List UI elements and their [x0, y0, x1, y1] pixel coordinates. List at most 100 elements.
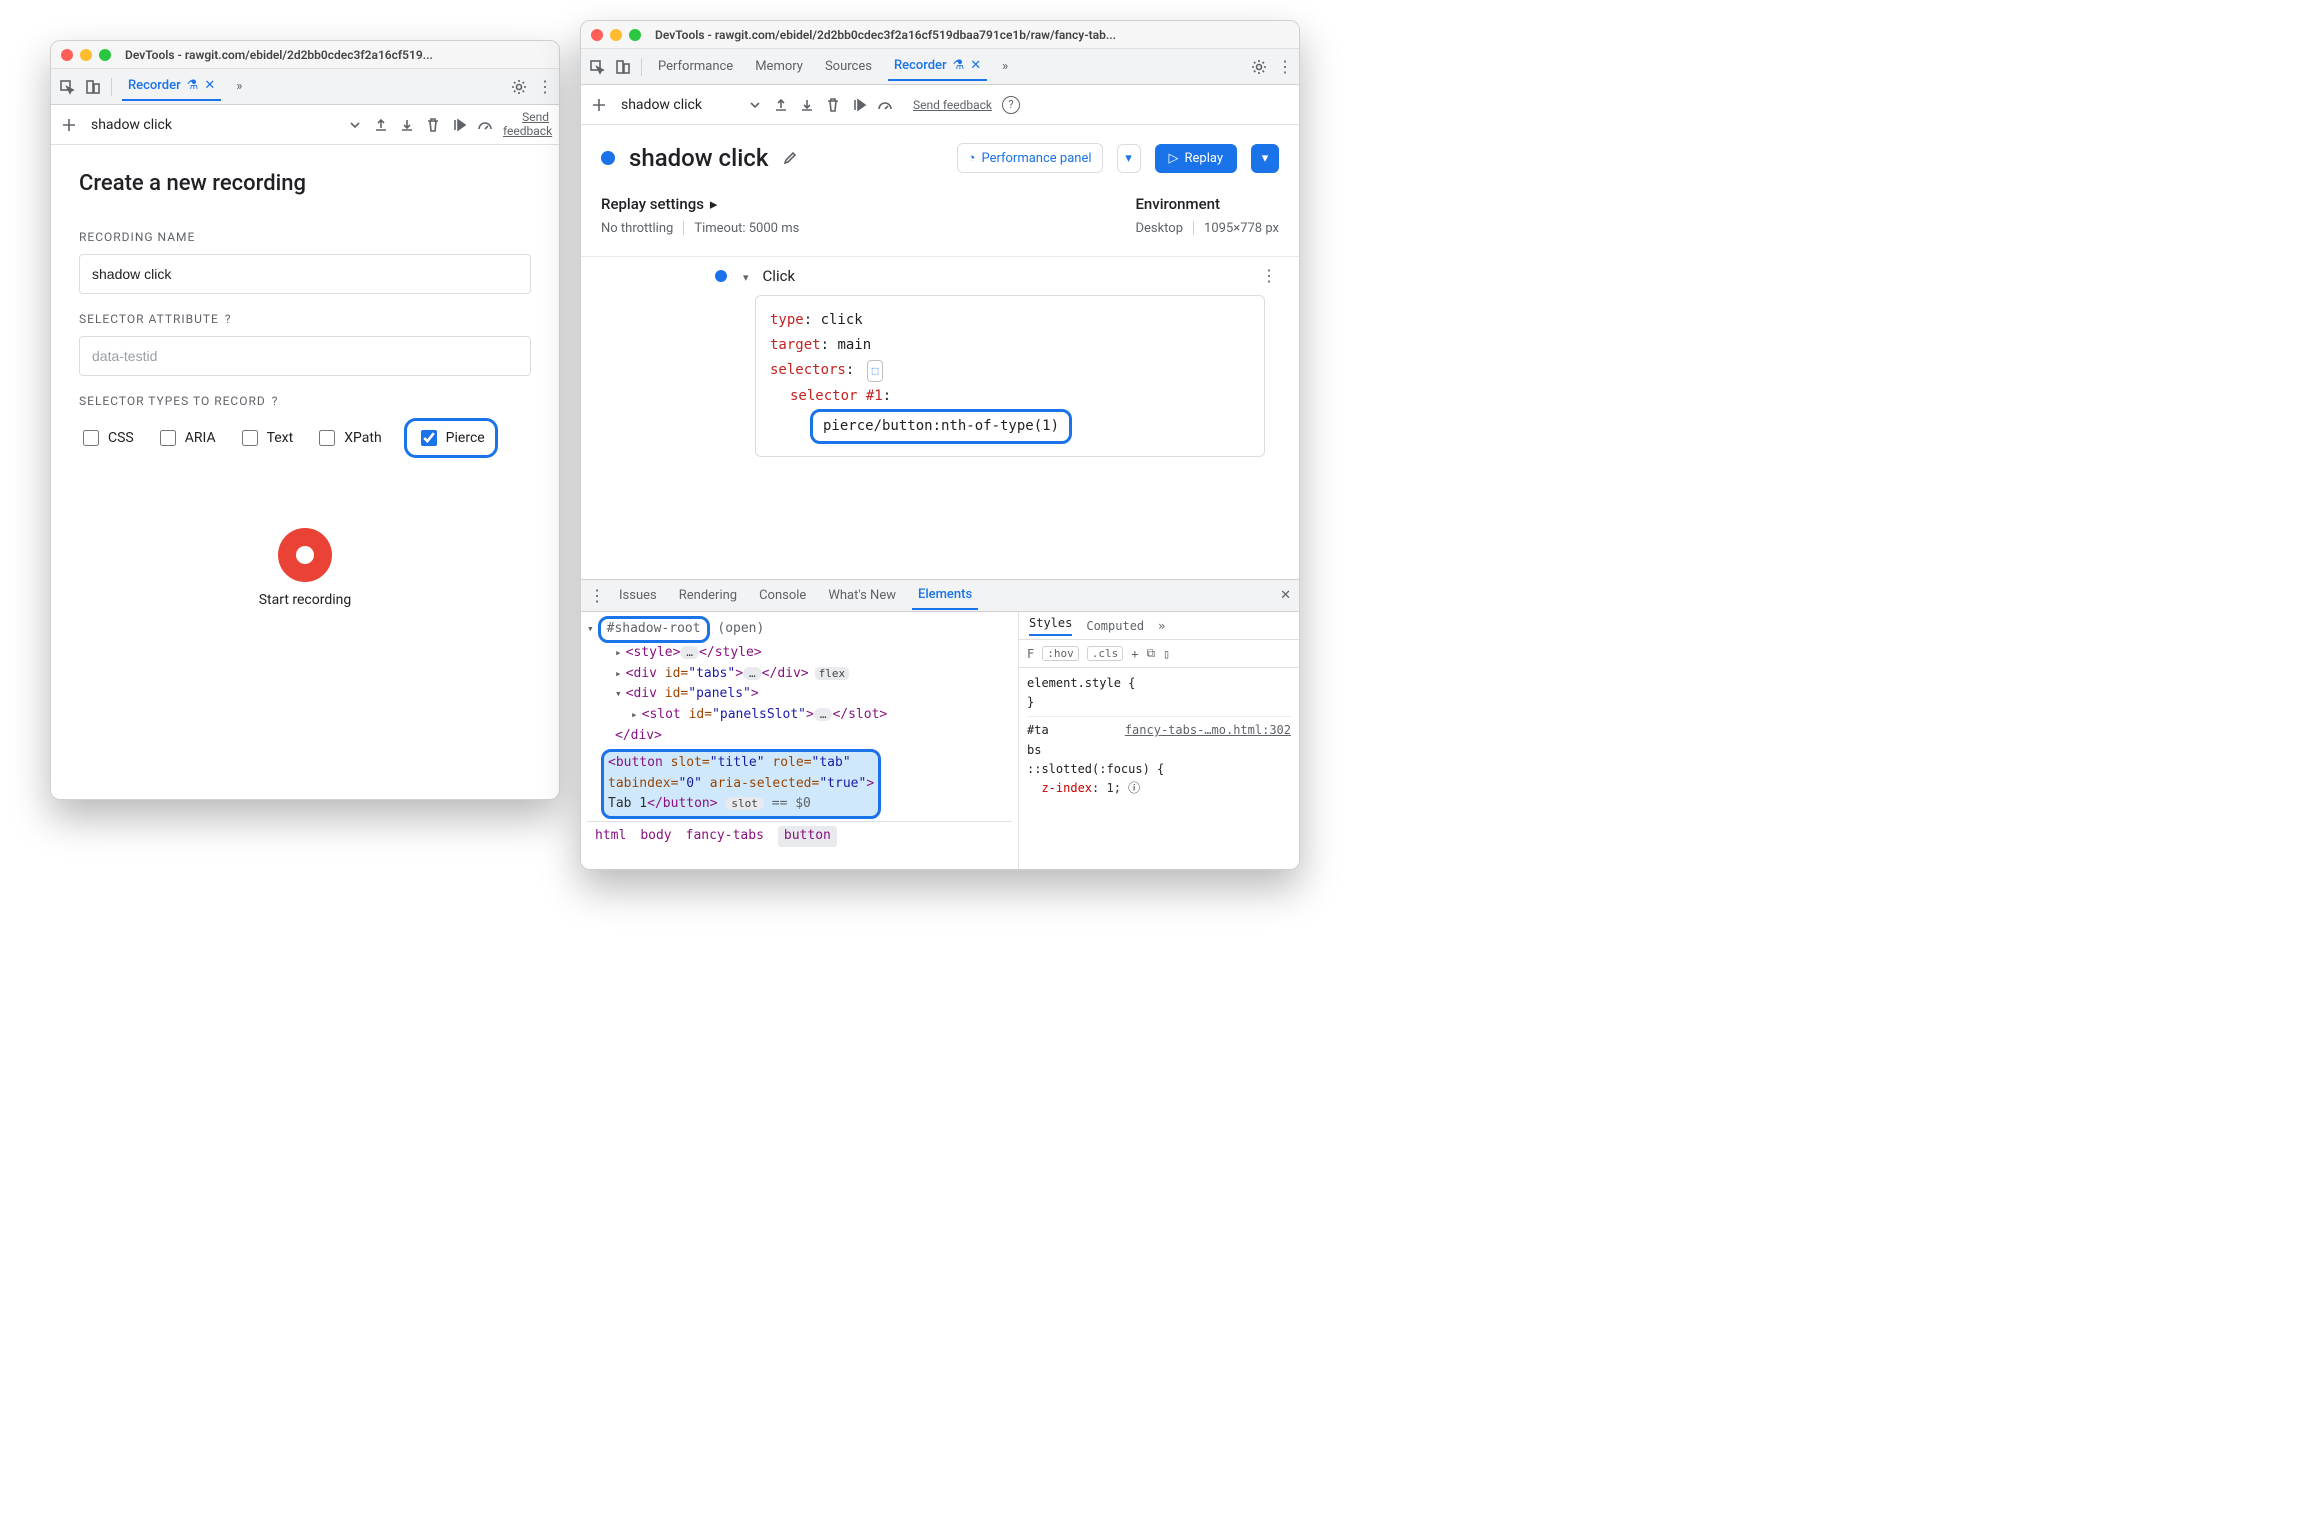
more-tabs-icon[interactable]: »: [231, 79, 247, 95]
tab-whatsnew[interactable]: What's New: [822, 582, 902, 609]
flask-icon: ⚗: [187, 78, 199, 93]
step-play-icon[interactable]: [851, 97, 867, 113]
drawer-tabstrip: ⋮ Issues Rendering Console What's New El…: [581, 580, 1299, 612]
expand-icon[interactable]: [743, 267, 753, 285]
performance-panel-menu[interactable]: ▾: [1117, 144, 1141, 173]
hov-toggle[interactable]: :hov: [1042, 646, 1079, 661]
close-tab-icon[interactable]: ✕: [204, 78, 215, 93]
close-traffic-light[interactable]: [61, 49, 73, 61]
flex-badge[interactable]: flex: [815, 667, 850, 680]
new-rule-icon[interactable]: +: [1131, 647, 1138, 661]
replay-menu[interactable]: ▾: [1251, 144, 1279, 173]
computed-styles-icon[interactable]: ⧉: [1146, 646, 1155, 661]
tab-performance[interactable]: Performance: [652, 53, 739, 80]
delete-icon[interactable]: [825, 97, 841, 113]
more-tabs-icon[interactable]: »: [997, 59, 1013, 75]
create-recording-form: Create a new recording RECORDING NAME SE…: [51, 145, 559, 634]
checkbox-aria[interactable]: ARIA: [156, 427, 216, 449]
settings-gear-icon[interactable]: [1251, 59, 1267, 75]
import-icon[interactable]: [399, 117, 415, 133]
start-recording-button[interactable]: [278, 528, 332, 582]
replay-header: shadow click ◔ Performance panel ▾ ▷ Rep…: [581, 125, 1299, 185]
checkbox-css[interactable]: CSS: [79, 427, 134, 449]
tab-memory[interactable]: Memory: [749, 53, 809, 80]
titlebar: DevTools - rawgit.com/ebidel/2d2bb0cdec3…: [51, 41, 559, 69]
help-icon[interactable]: ?: [272, 394, 279, 408]
zoom-traffic-light[interactable]: [629, 29, 641, 41]
speed-icon[interactable]: [877, 97, 893, 113]
cls-toggle[interactable]: .cls: [1087, 646, 1124, 661]
filter-input[interactable]: F: [1027, 647, 1034, 661]
speed-icon[interactable]: [477, 117, 493, 133]
selector-attribute-input[interactable]: [79, 336, 531, 376]
sidebar-toggle-icon[interactable]: ▯: [1163, 647, 1170, 661]
more-tabs-icon[interactable]: »: [1158, 619, 1165, 633]
throttling-value: No throttling: [601, 221, 673, 236]
label-recording-name: RECORDING NAME: [79, 230, 531, 244]
play-icon: ▷: [1169, 151, 1179, 166]
step-header[interactable]: Click ⋮: [715, 267, 1275, 285]
pick-element-icon[interactable]: ⬚: [867, 360, 884, 382]
step-status-dot-icon: [715, 270, 727, 282]
help-icon[interactable]: ?: [1002, 96, 1020, 114]
environment-label: Environment: [1135, 195, 1279, 213]
tab-sources[interactable]: Sources: [819, 53, 878, 80]
help-icon[interactable]: ?: [225, 312, 232, 326]
tab-styles[interactable]: Styles: [1029, 616, 1072, 636]
kebab-menu-icon[interactable]: ⋮: [1277, 59, 1291, 75]
label-selector-attribute: SELECTOR ATTRIBUTE ?: [79, 312, 531, 326]
send-feedback-link[interactable]: Send feedback: [503, 111, 549, 137]
tab-issues[interactable]: Issues: [613, 582, 663, 609]
drawer: ⋮ Issues Rendering Console What's New El…: [581, 579, 1299, 869]
step-menu-icon[interactable]: ⋮: [1261, 268, 1275, 284]
close-traffic-light[interactable]: [591, 29, 603, 41]
performance-panel-button[interactable]: ◔ Performance panel: [957, 143, 1103, 173]
start-recording-label: Start recording: [79, 592, 531, 608]
checkbox-pierce[interactable]: Pierce: [417, 427, 485, 449]
device-icon[interactable]: [615, 59, 631, 75]
export-icon[interactable]: [373, 117, 389, 133]
selected-element-highlight: <button slot="title" role="tab" tabindex…: [601, 749, 881, 819]
import-icon[interactable]: [799, 97, 815, 113]
timeout-value: Timeout: 5000 ms: [694, 221, 799, 236]
add-recording-icon[interactable]: [61, 117, 77, 133]
drawer-menu-icon[interactable]: ⋮: [589, 588, 603, 604]
info-icon[interactable]: ⓘ: [1128, 781, 1140, 795]
minimize-traffic-light[interactable]: [80, 49, 92, 61]
settings-gear-icon[interactable]: [511, 79, 527, 95]
recording-select[interactable]: shadow click: [617, 97, 737, 113]
styles-rules[interactable]: element.style { } #tafancy-tabs-…mo.html…: [1019, 668, 1299, 804]
close-drawer-icon[interactable]: ✕: [1280, 588, 1291, 603]
tab-rendering[interactable]: Rendering: [673, 582, 743, 609]
chevron-down-icon[interactable]: [347, 117, 363, 133]
replay-button[interactable]: ▷ Replay: [1155, 144, 1238, 173]
chevron-down-icon[interactable]: [747, 97, 763, 113]
dom-tree[interactable]: #shadow-root (open) <style>…</style> <di…: [581, 612, 1019, 869]
slot-badge[interactable]: slot: [725, 797, 764, 810]
breadcrumbs[interactable]: html body fancy-tabs button: [587, 821, 1012, 851]
delete-icon[interactable]: [425, 117, 441, 133]
main-tabstrip: Recorder ⚗ ✕ » ⋮: [51, 69, 559, 105]
checkbox-text[interactable]: Text: [238, 427, 294, 449]
recording-name-input[interactable]: [79, 254, 531, 294]
tab-recorder[interactable]: Recorder ⚗ ✕: [888, 52, 987, 81]
tab-computed[interactable]: Computed: [1086, 619, 1144, 633]
add-recording-icon[interactable]: [591, 97, 607, 113]
edit-icon[interactable]: [782, 150, 798, 166]
device-icon[interactable]: [85, 79, 101, 95]
minimize-traffic-light[interactable]: [610, 29, 622, 41]
tab-elements[interactable]: Elements: [912, 581, 978, 610]
checkbox-xpath[interactable]: XPath: [315, 427, 381, 449]
kebab-menu-icon[interactable]: ⋮: [537, 79, 551, 95]
close-tab-icon[interactable]: ✕: [970, 58, 981, 73]
export-icon[interactable]: [773, 97, 789, 113]
zoom-traffic-light[interactable]: [99, 49, 111, 61]
inspect-icon[interactable]: [589, 59, 605, 75]
inspect-icon[interactable]: [59, 79, 75, 95]
tab-console[interactable]: Console: [753, 582, 812, 609]
tab-recorder[interactable]: Recorder ⚗ ✕: [122, 72, 221, 101]
recording-select[interactable]: shadow click: [87, 117, 337, 133]
replay-settings-toggle[interactable]: Replay settings ▸: [601, 195, 1095, 213]
send-feedback-link[interactable]: Send feedback: [913, 98, 992, 112]
step-play-icon[interactable]: [451, 117, 467, 133]
